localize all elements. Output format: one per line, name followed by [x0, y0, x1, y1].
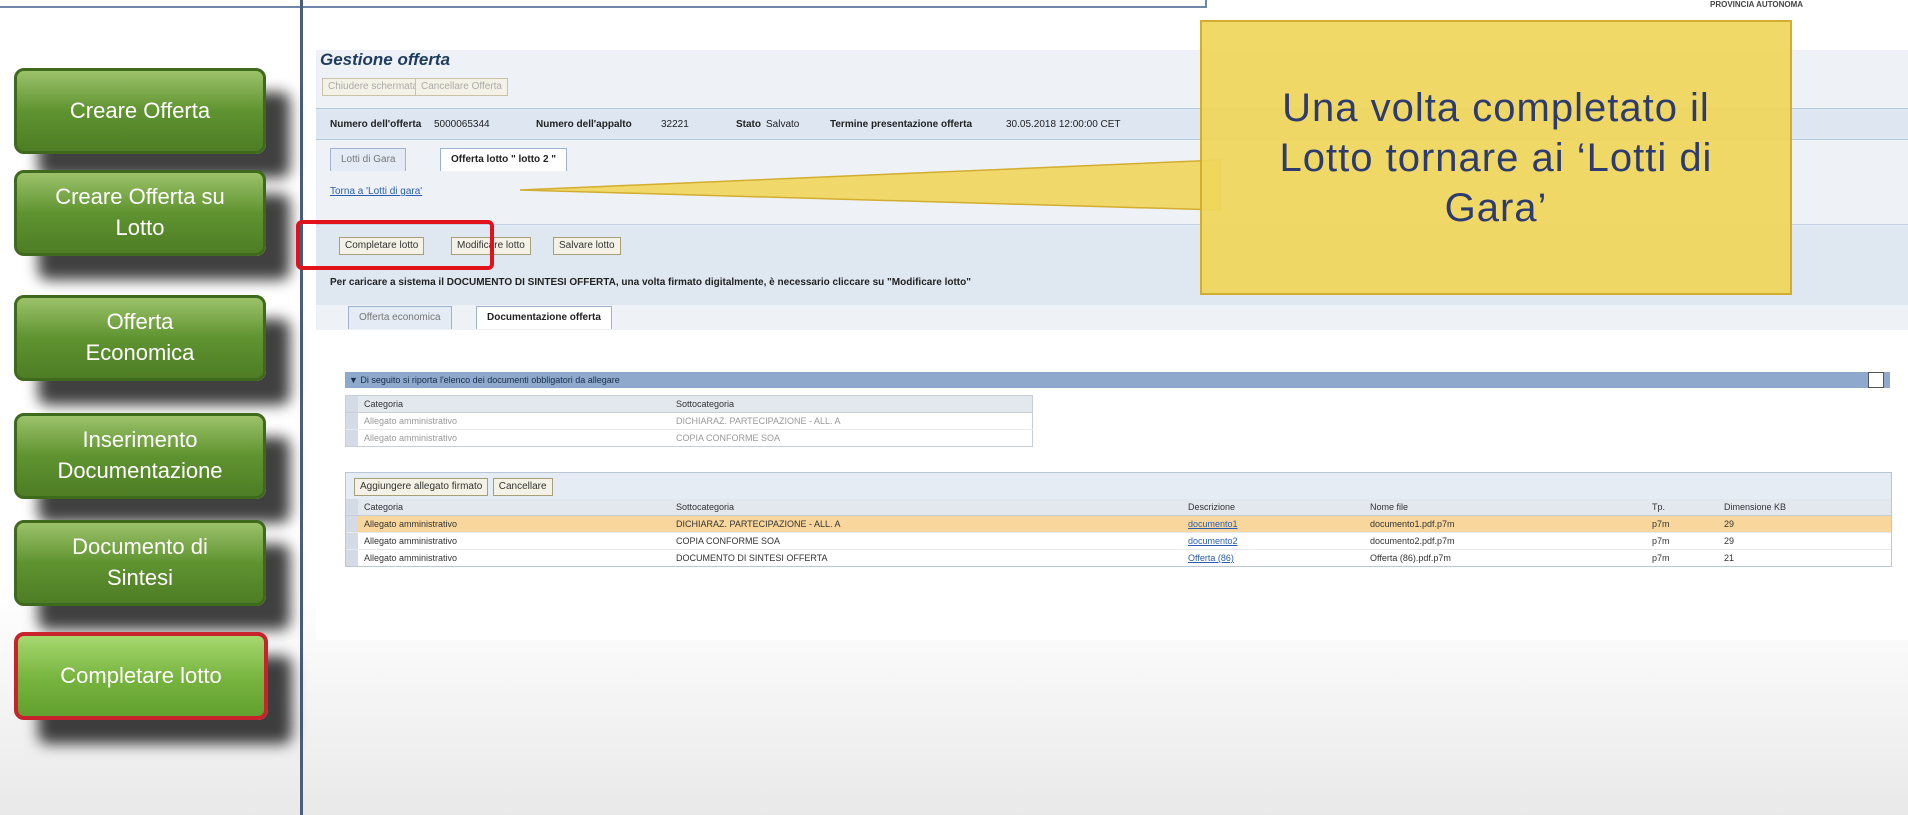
description-link[interactable]: Offerta (86) [1188, 553, 1234, 563]
deadline-label: Termine presentazione offerta [830, 119, 973, 130]
table-cell: COPIA CONFORME SOA [670, 532, 1182, 550]
column-header: Sottocategoria [670, 499, 1182, 516]
column-header: Categoria [358, 395, 670, 413]
highlight-box [296, 220, 494, 270]
table-cell: documento1 [1182, 515, 1364, 533]
row-selector[interactable] [345, 429, 358, 447]
tender-number-value: 32221 [661, 119, 689, 130]
tab-documentazione-offerta[interactable]: Documentazione offerta [476, 306, 612, 329]
row-selector[interactable] [345, 412, 358, 430]
table-header-row: Categoria Sottocategoria [345, 395, 1033, 413]
description-link[interactable]: documento2 [1188, 536, 1238, 546]
row-selector[interactable] [346, 549, 358, 566]
nav-creare-offerta-su-lotto[interactable]: Creare Offerta su Lotto [14, 170, 266, 256]
nav-inserimento-documentazione[interactable]: Inserimento Documentazione [14, 413, 266, 499]
offer-number-label: Numero dell'offerta [330, 119, 422, 130]
cancel-offer-button[interactable]: Cancellare Offerta [415, 78, 508, 96]
row-selector[interactable] [346, 515, 358, 533]
table-cell: Allegato amministrativo [358, 429, 670, 447]
nav-offerta-economica[interactable]: Offerta Economica [14, 295, 266, 381]
column-header: Categoria [358, 499, 670, 516]
description-link[interactable]: documento1 [1188, 519, 1238, 529]
page-title: Gestione offerta [320, 50, 451, 69]
table-cell: 29 [1718, 532, 1891, 550]
status-value: Salvato [766, 119, 800, 130]
tender-number-label: Numero dell'appalto [536, 119, 632, 130]
table-cell: 29 [1718, 515, 1891, 533]
callout-pointer-shape [520, 159, 1221, 211]
table-row[interactable]: Allegato amministrativo DOCUMENTO DI SIN… [346, 549, 1891, 566]
tab-offerta-economica[interactable]: Offerta economica [348, 306, 452, 329]
table-cell: Allegato amministrativo [358, 515, 670, 533]
nav-label: Offerta Economica [85, 309, 195, 365]
table-cell: DICHIARAZ. PARTECIPAZIONE - ALL. A [670, 515, 1182, 533]
divider-line [300, 0, 303, 815]
nav-documento-di-sintesi[interactable]: Documento di Sintesi [14, 520, 266, 606]
status-label: Stato [736, 119, 761, 130]
table-cell: Allegato amministrativo [358, 549, 670, 566]
column-header: Tp. [1646, 499, 1718, 516]
row-selector [346, 499, 358, 516]
collapse-icon[interactable] [1868, 372, 1884, 388]
table-cell: 21 [1718, 549, 1891, 566]
required-docs-header[interactable]: ▼ Di seguito si riporta l'elenco dei doc… [345, 372, 1890, 388]
column-header: Sottocategoria [670, 395, 1033, 413]
table-cell: DOCUMENTO DI SINTESI OFFERTA [670, 549, 1182, 566]
offer-number-value: 5000065344 [434, 119, 490, 130]
table-cell: Offerta (86) [1182, 549, 1364, 566]
column-header: Descrizione [1182, 499, 1364, 516]
nav-label: Creare Offerta su Lotto [55, 184, 225, 240]
sub-tabs: Offerta economica Documentazione offerta [330, 302, 730, 329]
callout-box: Una volta completato il Lotto tornare ai… [1200, 20, 1792, 295]
deadline-value: 30.05.2018 12:00:00 CET [1006, 119, 1121, 130]
logo-text: PROVINCIA AUTONOMA [1710, 0, 1804, 9]
table-row: Allegato amministrativo DICHIARAZ. PARTE… [345, 412, 1033, 430]
nav-completare-lotto[interactable]: Completare lotto [14, 632, 268, 720]
nav-creare-offerta[interactable]: Creare Offerta [14, 68, 266, 154]
back-to-lots-link[interactable]: Torna a 'Lotti di gara' [330, 186, 422, 197]
row-selector[interactable] [346, 532, 358, 550]
table-cell: documento2 [1182, 532, 1364, 550]
attachments-section: Aggiungere allegato firmato Cancellare C… [345, 472, 1892, 567]
table-cell: p7m [1646, 532, 1718, 550]
tab-lotti-di-gara[interactable]: Lotti di Gara [330, 148, 407, 171]
table-cell: p7m [1646, 549, 1718, 566]
table-row: Allegato amministrativo COPIA CONFORME S… [345, 429, 1033, 447]
close-screen-button[interactable]: Chiudere schermata [322, 78, 425, 96]
attachments-toolbar: Aggiungere allegato firmato Cancellare [346, 473, 1891, 499]
row-selector [345, 395, 358, 413]
table-cell: DICHIARAZ. PARTECIPAZIONE - ALL. A [670, 412, 1033, 430]
table-row[interactable]: Allegato amministrativo COPIA CONFORME S… [346, 532, 1891, 550]
add-signed-attachment-button[interactable]: Aggiungere allegato firmato [354, 478, 489, 496]
column-header: Nome file [1364, 499, 1646, 516]
nav-label: Completare lotto [60, 662, 222, 688]
table-cell: Allegato amministrativo [358, 412, 670, 430]
top-frame-line [0, 0, 1207, 8]
table-row[interactable]: Allegato amministrativo DICHIARAZ. PARTE… [346, 515, 1891, 533]
required-docs-table: Categoria Sottocategoria Allegato ammini… [345, 395, 1033, 447]
callout-pointer [520, 159, 1221, 211]
nav-label: Documento di Sintesi [72, 534, 208, 590]
callout-text: Una volta completato il Lotto tornare ai… [1279, 85, 1713, 230]
table-cell: p7m [1646, 515, 1718, 533]
table-cell: COPIA CONFORME SOA [670, 429, 1033, 447]
table-cell: documento2.pdf.p7m [1364, 532, 1646, 550]
column-header: Dimensione KB [1718, 499, 1891, 516]
table-cell: Allegato amministrativo [358, 532, 670, 550]
delete-attachment-button[interactable]: Cancellare [492, 478, 553, 496]
table-header-row: Categoria Sottocategoria Descrizione Nom… [346, 499, 1891, 516]
nav-label: Inserimento Documentazione [57, 427, 223, 483]
attachments-table: Categoria Sottocategoria Descrizione Nom… [346, 499, 1891, 566]
notice-text: Per caricare a sistema il DOCUMENTO DI S… [330, 277, 971, 288]
table-cell: documento1.pdf.p7m [1364, 515, 1646, 533]
table-cell: Offerta (86).pdf.p7m [1364, 549, 1646, 566]
nav-label: Creare Offerta [69, 97, 211, 123]
